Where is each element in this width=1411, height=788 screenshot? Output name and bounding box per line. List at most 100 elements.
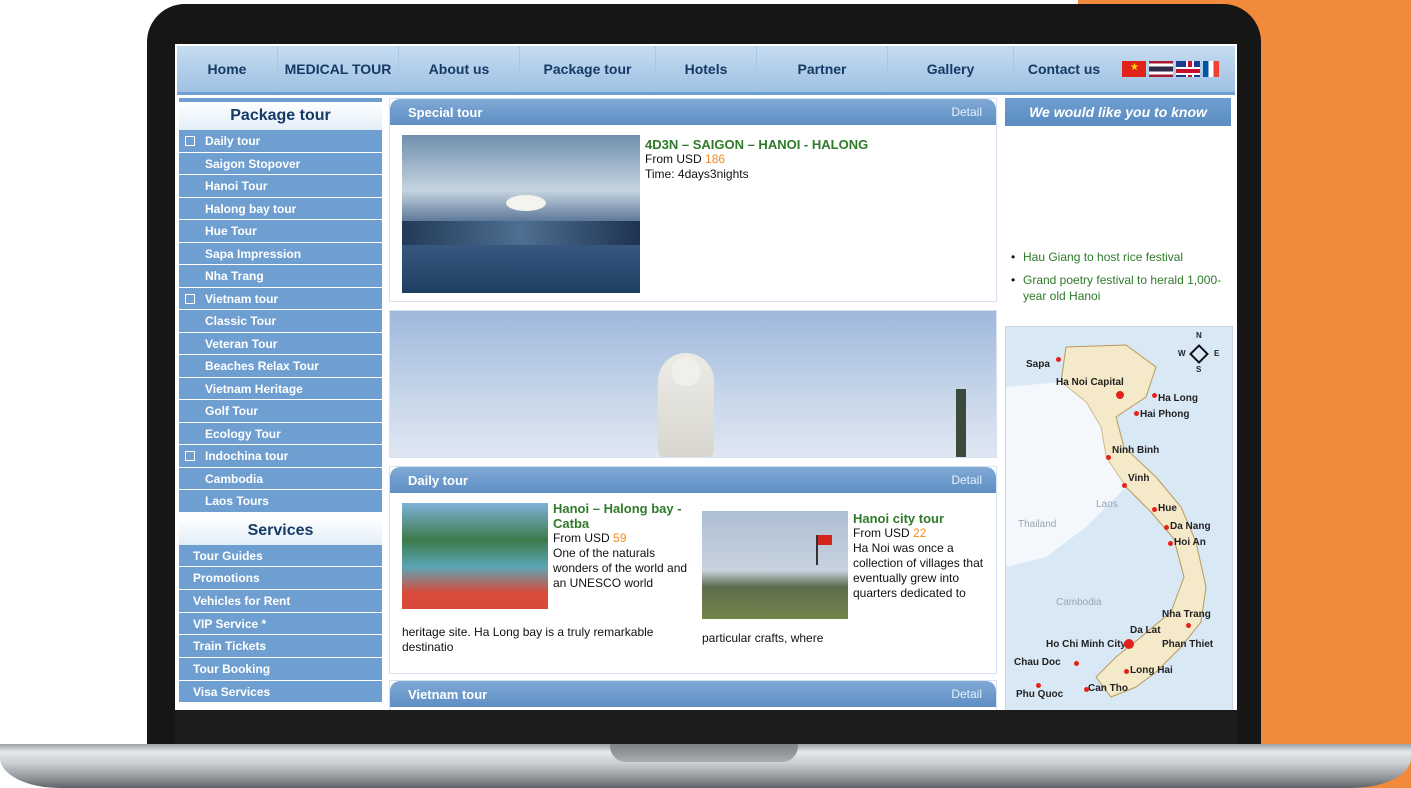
sidebar-item[interactable]: Classic Tour: [179, 310, 382, 333]
sidebar-group-item[interactable]: Daily tour: [179, 130, 382, 153]
sidebar-item[interactable]: Cambodia: [179, 467, 382, 490]
sidebar-group-item[interactable]: Vietnam tour: [179, 287, 382, 310]
tower-image: [956, 389, 966, 457]
map-label-thailand: Thailand: [1018, 519, 1057, 530]
daily-tour-header: Daily tour Detail: [390, 467, 996, 493]
map-label-hoi-an: Hoi An: [1174, 537, 1206, 548]
compass-icon: N S E W: [1178, 331, 1219, 374]
sidebar-item[interactable]: Laos Tours: [179, 490, 382, 513]
france-flag-icon[interactable]: [1203, 61, 1219, 77]
sidebar-item[interactable]: Halong bay tour: [179, 197, 382, 220]
map-label-phu-quoc: Phu Quoc: [1016, 689, 1064, 700]
daily-tour-detail-link[interactable]: Detail: [951, 473, 982, 487]
service-item[interactable]: Visa Services: [179, 680, 382, 704]
service-item[interactable]: Tour Booking: [179, 657, 382, 681]
nav-home[interactable]: Home: [177, 46, 278, 92]
sidebar-item[interactable]: Nha Trang: [179, 265, 382, 288]
sidebar-item-label: Classic Tour: [205, 314, 277, 328]
sidebar-item-label: Nha Trang: [205, 269, 264, 283]
hanoi-mausoleum-photo: [702, 511, 848, 619]
daily-tour-2-from-label: From USD: [853, 526, 910, 540]
thailand-flag-icon[interactable]: [1149, 61, 1173, 77]
language-flags: [1122, 61, 1219, 77]
nav-about-us[interactable]: About us: [399, 46, 520, 92]
sidebar-item-label: Sapa Impression: [205, 246, 302, 261]
vietnam-flag-icon[interactable]: [1122, 61, 1146, 77]
map-label-vinh: Vinh: [1128, 473, 1150, 484]
sidebar-item-label: Halong bay tour: [205, 201, 297, 216]
map-marker: [1074, 661, 1079, 666]
map-label-sapa: Sapa: [1026, 359, 1050, 370]
nav-gallery[interactable]: Gallery: [888, 46, 1014, 92]
sidebar-item[interactable]: Golf Tour: [179, 400, 382, 423]
map-label-ninh-binh: Ninh Binh: [1112, 445, 1160, 456]
services-list: Tour Guides Promotions Vehicles for Rent VI…: [179, 544, 382, 704]
sidebar-item[interactable]: Ecology Tour: [179, 422, 382, 445]
vietnam-tour-heading: Vietnam tour: [408, 686, 488, 702]
sidebar-item-label: Ecology Tour: [205, 426, 281, 441]
map-label-long-hai: Long Hai: [1130, 665, 1173, 676]
daily-tour-2-title[interactable]: Hanoi city tour: [853, 511, 988, 526]
special-tour-price: 186: [705, 152, 726, 166]
daily-tour-2-price: 22: [913, 526, 927, 540]
sidebar-item-label: Vietnam Heritage: [205, 381, 303, 396]
special-tour-detail-link[interactable]: Detail: [951, 105, 982, 119]
sidebar-item-label: Vietnam tour: [205, 291, 279, 306]
capital-marker: [1116, 391, 1124, 399]
nav-partner[interactable]: Partner: [757, 46, 888, 92]
sidebar-item-label: Cambodia: [205, 471, 264, 486]
daily-tour-1-title[interactable]: Hanoi – Halong bay -Catba: [553, 501, 688, 531]
map-label-nha-trang: Nha Trang: [1162, 609, 1211, 620]
nav-medical-tour[interactable]: MEDICAL TOUR: [278, 46, 399, 92]
daily-tour-1-from-label: From USD: [553, 531, 610, 545]
map-label-ho-chi-minh-city: Ho Chi Minh City: [1046, 639, 1126, 650]
sidebar-item-label: Indochina tour: [205, 449, 289, 463]
sidebar-group-item[interactable]: Indochina tour: [179, 445, 382, 468]
vietnam-tour-detail-link[interactable]: Detail: [951, 687, 982, 701]
sidebar-item[interactable]: Vietnam Heritage: [179, 377, 382, 400]
compass-n: N: [1196, 331, 1202, 340]
map-label-phan-thiet: Phan Thiet: [1162, 639, 1214, 650]
sidebar-item[interactable]: Hue Tour: [179, 220, 382, 243]
map-label-chau-doc: Chau Doc: [1014, 657, 1061, 668]
sidebar-item-label: Laos Tours: [205, 494, 269, 508]
nav-contact-us[interactable]: Contact us: [1014, 46, 1114, 92]
sidebar-item[interactable]: Veteran Tour: [179, 332, 382, 355]
nav-package-tour[interactable]: Package tour: [520, 46, 656, 92]
news-item[interactable]: Grand poetry festival to herald 1,000-ye…: [1011, 272, 1231, 304]
sidebar-item-label: Hue Tour: [205, 224, 257, 238]
sidebar-item-label: Daily tour: [205, 134, 261, 148]
special-tour-time: Time: 4days3nights: [645, 167, 749, 181]
map-label-cambodia: Cambodia: [1056, 597, 1102, 608]
buddha-statue-banner: [389, 310, 997, 458]
daily-tour-1-description-continued: heritage site. Ha Long bay is a truly re…: [402, 625, 654, 654]
checkbox-square-icon: [185, 293, 195, 304]
sidebar-item[interactable]: Saigon Stopover: [179, 152, 382, 175]
package-tour-list: Daily tour Saigon Stopover Hanoi Tour Halon…: [179, 130, 382, 513]
service-item[interactable]: Tour Guides: [179, 544, 382, 568]
sidebar-item[interactable]: Beaches Relax Tour: [179, 355, 382, 378]
map-marker: [1168, 541, 1173, 546]
service-item[interactable]: Promotions: [179, 567, 382, 590]
map-marker: [1084, 687, 1089, 692]
map-marker: [1152, 393, 1157, 398]
service-item[interactable]: Train Tickets: [179, 635, 382, 658]
buddha-statue-image: [658, 353, 714, 457]
map-marker: [1106, 455, 1111, 460]
news-item[interactable]: Hau Giang to host rice festival: [1011, 249, 1231, 265]
uk-flag-icon[interactable]: [1176, 61, 1200, 77]
sidebar-item[interactable]: Hanoi Tour: [179, 175, 382, 198]
map-marker: [1036, 683, 1041, 688]
sunset-beach-photo: [402, 135, 640, 293]
special-tour-title[interactable]: 4D3N – SAIGON – HANOI - HALONG: [645, 137, 985, 152]
sidebar-item[interactable]: Sapa Impression: [179, 242, 382, 265]
daily-tour-2-description: Ha Noi was once a collection of villages…: [853, 541, 984, 600]
nav-hotels[interactable]: Hotels: [656, 46, 757, 92]
vietnam-map[interactable]: N S E W Sapa Ha Noi Capital Ha Long Hai …: [1005, 326, 1233, 710]
daily-tour-2-description-continued: particular crafts, where: [702, 631, 824, 645]
special-tour-header: Special tour Detail: [390, 99, 996, 125]
left-sidebar: Package tour Daily tour Saigon Stopover Ha…: [179, 98, 382, 710]
services-title: Services: [179, 516, 382, 545]
service-item[interactable]: VIP Service *: [179, 612, 382, 636]
service-item[interactable]: Vehicles for Rent: [179, 589, 382, 613]
